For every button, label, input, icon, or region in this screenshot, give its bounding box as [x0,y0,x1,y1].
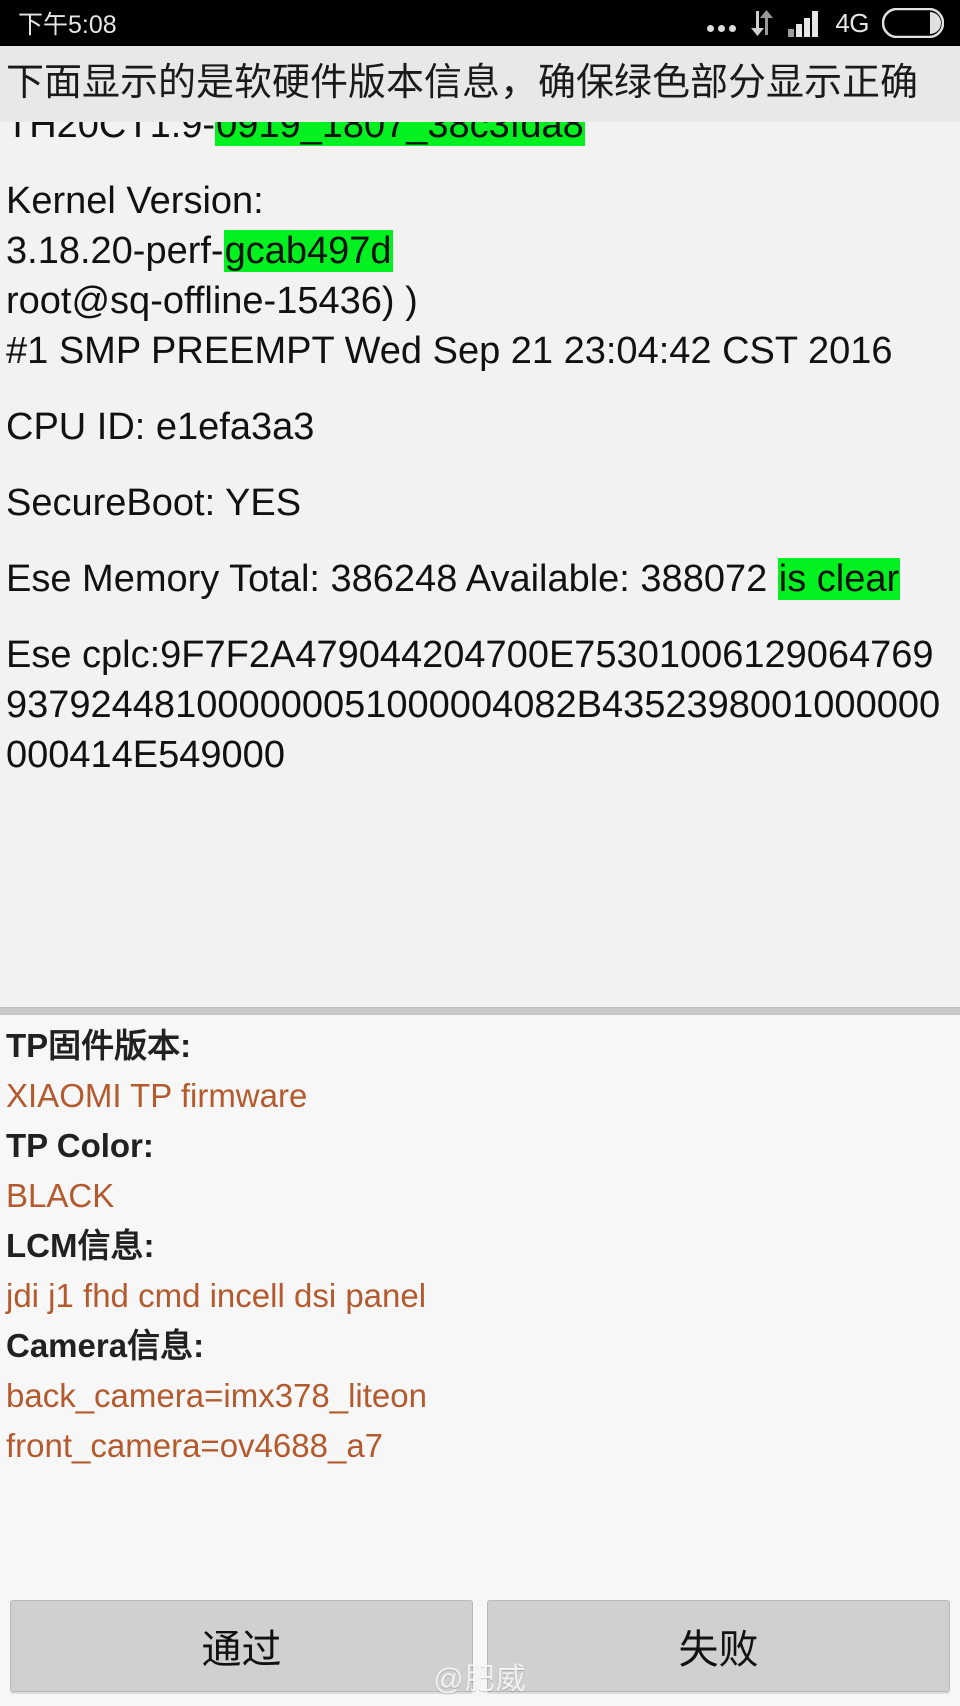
fail-button[interactable]: 失败 [487,1600,950,1692]
hardware-info-list: TP固件版本: XIAOMI TP firmware TP Color: BLA… [0,1015,960,1594]
build-version-prefix: TH20CT1.9- [6,122,216,146]
status-bar: 下午5:08 4G [0,0,960,46]
build-version-highlight: 0919_1807_38c3fda8 [215,122,585,146]
camera-info-label: Camera信息: [6,1327,205,1364]
ese-memory-line: Ese Memory Total: 386248 Available: 3880… [6,554,954,604]
status-clock: 下午5:08 [18,11,117,39]
tp-firmware-value: XIAOMI TP firmware [6,1077,308,1114]
data-transfer-icon [749,9,775,37]
pass-button[interactable]: 通过 [10,1600,473,1692]
kernel-builder-line: root@sq-offline-15436) ) [6,280,418,322]
ese-memory-text: Ese Memory Total: 386248 Available: 3880… [6,558,778,600]
tp-color-value: BLACK [6,1177,115,1214]
cpu-id-line: CPU ID: e1efa3a3 [6,406,315,448]
version-info-content: TH20CT1.9-0919_1807_38c3fda8 Kernel Vers… [6,122,954,780]
kernel-version-label: Kernel Version: [6,180,264,222]
lcm-info-value: jdi j1 fhd cmd incell dsi panel [6,1277,427,1314]
kernel-version-line: 3.18.20-perf-gcab497d [6,226,954,276]
tp-firmware-label: TP固件版本: [6,1027,192,1064]
battery-icon [882,8,944,38]
section-divider [0,1007,960,1015]
network-type-label: 4G [835,7,869,38]
status-icons: 4G [707,8,944,39]
page-instruction: 下面显示的是软硬件版本信息，确保绿色部分显示正确 [0,46,960,122]
tp-color-label: TP Color: [6,1127,154,1164]
version-info-panel[interactable]: TH20CT1.9-0919_1807_38c3fda8 Kernel Vers… [0,122,960,1007]
kernel-version-highlight: gcab497d [223,230,393,272]
ese-memory-highlight: is clear [777,558,901,600]
signal-bars-icon [788,9,822,37]
more-ellipsis-icon [707,10,737,36]
kernel-build-date-line: #1 SMP PREEMPT Wed Sep 21 23:04:42 CST 2… [6,330,893,372]
build-version-line: TH20CT1.9-0919_1807_38c3fda8 [6,122,954,150]
action-button-bar: 通过 失败 [0,1594,960,1706]
camera-info-value: back_camera=imx378_liteon front_camera=o… [6,1377,427,1464]
secure-boot-line: SecureBoot: YES [6,482,302,524]
phone-screen: 下午5:08 4G 下面显示的是软硬件版本信息，确保绿色部分显示正确 TH20C… [0,0,960,1706]
lcm-info-label: LCM信息: [6,1227,155,1264]
kernel-version-prefix: 3.18.20-perf- [6,230,224,272]
ese-cplc-line: Ese cplc:9F7F2A479044204700E753010061290… [6,634,941,776]
